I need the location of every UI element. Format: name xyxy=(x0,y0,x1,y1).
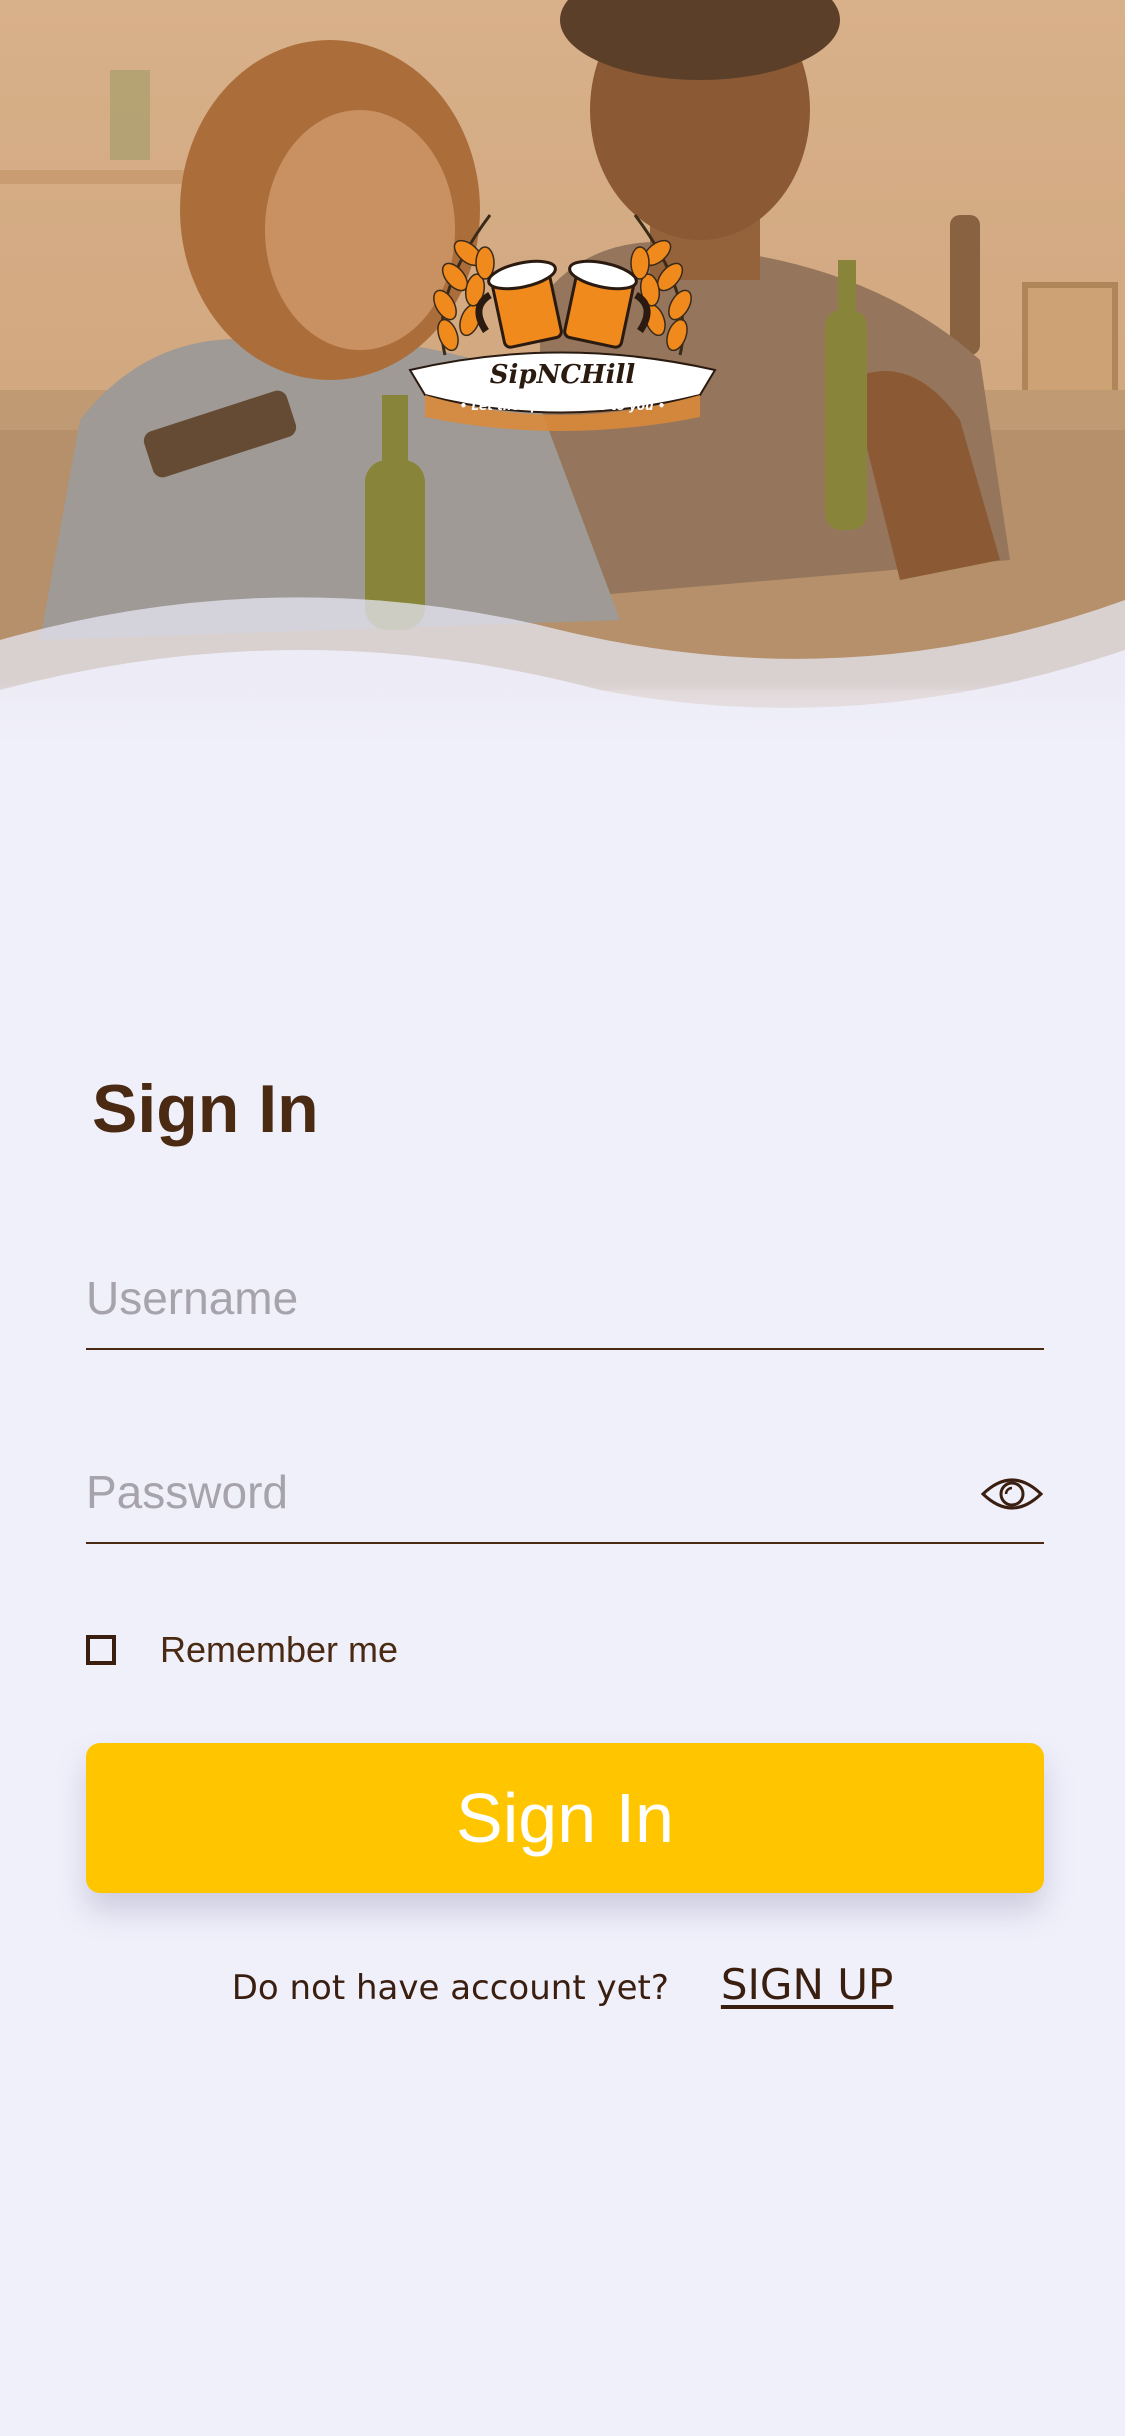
password-input[interactable] xyxy=(86,1452,966,1532)
eye-icon[interactable] xyxy=(980,1472,1044,1516)
signup-prompt: Do not have account yet? xyxy=(231,1968,669,2008)
username-input[interactable] xyxy=(86,1258,966,1338)
signup-row: Do not have account yet? SIGN UP xyxy=(0,1960,1125,2009)
remember-me-checkbox[interactable] xyxy=(86,1635,116,1665)
username-field-container xyxy=(86,1258,1044,1350)
password-field-container xyxy=(86,1452,1044,1544)
hero-photo: SipNCHill • Let the spirits come to you … xyxy=(0,0,1125,760)
page-title: Sign In xyxy=(92,1071,319,1147)
remember-me-label: Remember me xyxy=(160,1629,399,1670)
brand-name: SipNCHill xyxy=(489,360,636,390)
remember-me-toggle[interactable]: Remember me xyxy=(86,1629,399,1670)
sign-in-button[interactable]: Sign In xyxy=(86,1743,1044,1893)
sign-up-link[interactable]: SIGN UP xyxy=(721,1960,893,2009)
brand-logo: SipNCHill • Let the spirits come to you … xyxy=(400,195,725,435)
brand-tagline: • Let the spirits come to you • xyxy=(459,399,666,413)
